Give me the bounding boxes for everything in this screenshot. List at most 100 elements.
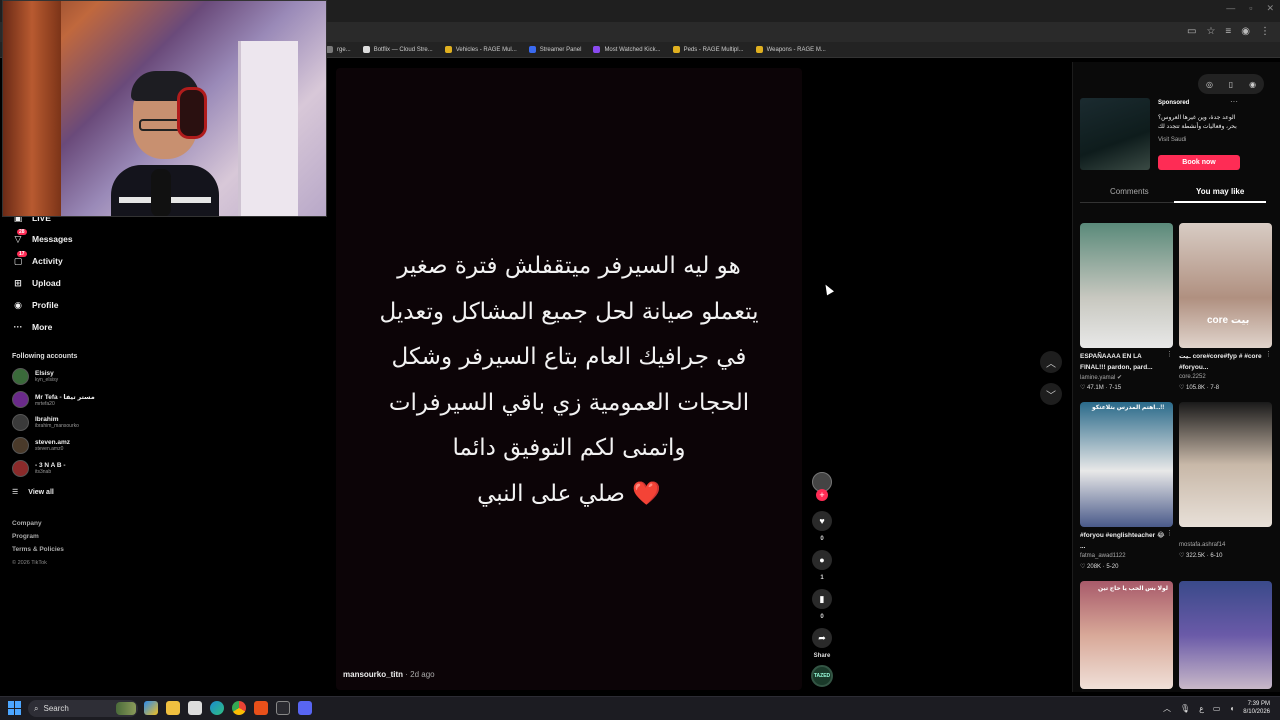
network-icon[interactable]: ▭ [1213,704,1221,713]
following-account[interactable]: Ibrahim ibrahim_mansourko [12,414,79,431]
chrome-icon[interactable] [232,701,246,715]
nav-messages-label: Messages [32,234,73,244]
file-explorer-icon[interactable] [166,701,180,715]
extensions-icon[interactable]: ≡ [1225,26,1231,37]
next-video-button[interactable]: ﹀ [1040,383,1062,405]
taskbar-search[interactable]: ⌕ Search [28,700,138,717]
bookmark-item[interactable]: Vehicles - RAGE Mul... [444,46,517,53]
like-button[interactable]: ♥ [812,511,832,531]
recommendation-title[interactable]: ESPAÑAAAA EN LA FINAL!!! pardon, pard... [1080,351,1165,373]
footer-terms-link[interactable]: Terms & Policies [12,546,64,553]
avatar [12,437,29,454]
webcam-person [111,71,219,216]
mic-icon[interactable]: 🎙 [1180,704,1190,713]
book-now-button[interactable]: Book now [1158,155,1240,170]
language-indicator[interactable]: ع [1199,704,1204,713]
save-button[interactable]: ▮ [812,589,832,609]
account-name: Elsisy [35,370,54,377]
video-author[interactable]: mansourko_titn · 2d ago [343,670,435,679]
account-name: Mr Tefa - مستر تيفا [35,393,95,401]
coin-icon[interactable]: ◎ [1206,80,1213,89]
nav-profile[interactable]: ◉ Profile [12,299,58,311]
windows-start-icon[interactable] [8,701,22,715]
recommendation-thumbnail[interactable] [1080,223,1173,348]
avatar [12,460,29,477]
bookmark-item[interactable]: Streamer Panel [528,46,581,53]
recommendation-author[interactable]: lamine.yamal ✔ [1080,374,1122,381]
comment-button[interactable]: ● [812,550,832,570]
bookmark-item[interactable]: Most Watched Kick... [593,46,661,53]
music-disc[interactable]: TAZED [811,665,833,687]
tray-chevron-icon[interactable]: ︿ [1163,703,1171,714]
windows-taskbar: ⌕ Search ︿ 🎙 ع ▭ ◖ 7:39 PM 8/10/2026 [0,696,1280,720]
recommendation-thumbnail[interactable] [1179,581,1272,689]
following-account[interactable]: - 3 N A B - its3nab [12,460,66,477]
more-options-icon[interactable]: ⋮ [1166,529,1173,537]
bookmark-item[interactable]: Peds - RAGE Multipl... [672,46,744,53]
previous-video-button[interactable]: ︿ [1040,351,1062,373]
close-window-button[interactable]: ✕ [1266,3,1274,14]
bookmark-item[interactable]: Weapons - RAGE M... [755,46,826,53]
recommendation-author[interactable]: fatma_awad1122 [1080,553,1126,559]
video-player[interactable]: هو ليه السيرفر ميتقفلش فترة صغير يتعملو … [336,68,802,690]
following-account[interactable]: Elsisy kyn_elsisy [12,368,58,385]
recommendation-thumbnail[interactable] [1179,402,1272,527]
following-account[interactable]: Mr Tefa - مستر تيفا mrtefa20 [12,391,95,408]
maximize-button[interactable]: ▫ [1249,3,1252,14]
following-account[interactable]: steven.amz steven.amz0 [12,437,70,454]
minimize-button[interactable]: — [1226,3,1235,14]
bookmark-icon: ▮ [819,593,825,604]
share-icon: ➦ [818,632,826,643]
comment-count: 1 [820,575,824,581]
bookmark-label: Botflix — Cloud Stre... [373,46,433,53]
cast-icon[interactable]: ▭ [1187,26,1196,37]
tab-you-may-like[interactable]: You may like [1196,187,1244,196]
activity-badge: 17 [17,251,27,257]
share-button[interactable]: ➦ [812,628,832,648]
volume-icon[interactable]: ◖ [1229,704,1234,713]
nav-activity[interactable]: ▢ 17 Activity [12,251,63,267]
profile-icon[interactable]: ◉ [1241,26,1250,37]
follow-plus-icon[interactable]: + [816,489,828,501]
nav-messages[interactable]: ▽ 28 Messages [12,229,73,245]
recommendation-author[interactable]: mostafa.ashraf14 [1179,542,1225,548]
device-icon[interactable]: ▯ [1229,80,1233,89]
nav-upload[interactable]: ⊞ Upload [12,277,61,289]
tab-comments[interactable]: Comments [1110,187,1149,196]
footer-company-link[interactable]: Company [12,520,42,527]
brave-icon[interactable] [254,701,268,715]
caption-text: صلي على النبي [477,480,625,507]
recommendation-thumbnail[interactable]: اهتم المدرس بتلاعتكو...!! [1080,402,1173,527]
user-avatar-icon[interactable]: ◉ [1249,80,1256,89]
menu-icon[interactable]: ⋮ [1260,26,1270,37]
search-highlight-image [116,702,136,715]
bookmark-favicon-icon [593,46,601,53]
recommendation-thumbnail[interactable]: لولا بس الحب يا حاج تين [1080,581,1173,689]
active-tab-indicator [1174,201,1266,203]
more-options-icon[interactable]: ⋮ [1265,350,1272,358]
chevron-down-icon: ﹀ [1046,390,1056,402]
panel-action-icons: ◎ ▯ ◉ [1198,74,1264,94]
recommendation-title[interactable]: #foryou #englishteacher 😂 ... [1080,530,1165,552]
mouse-cursor-icon [822,282,834,296]
webcam-door [238,41,298,216]
nav-more[interactable]: ··· More [12,321,53,333]
clock[interactable]: 7:39 PM 8/10/2026 [1243,700,1270,716]
ad-more-button[interactable]: ··· [1230,97,1238,106]
recommendation-author[interactable]: core.2252 [1179,374,1206,380]
bookmark-item[interactable]: rge... [326,46,351,53]
edge-icon[interactable] [210,701,224,715]
recommendation-title[interactable]: ـيت core#core#fyp # #core #foryou... [1179,351,1264,373]
bookmark-star-icon[interactable]: ☆ [1206,26,1215,37]
bookmark-label: Vehicles - RAGE Mul... [455,46,517,53]
notepad-icon[interactable] [188,701,202,715]
ad-thumbnail[interactable] [1080,98,1150,170]
more-options-icon[interactable]: ⋮ [1166,350,1173,358]
recommendation-thumbnail[interactable]: core بيت [1179,223,1272,348]
obs-icon[interactable] [276,701,290,715]
bookmark-item[interactable]: Botflix — Cloud Stre... [362,46,433,53]
view-all-button[interactable]: ☰ View all [12,488,54,497]
discord-icon[interactable] [298,701,312,715]
footer-program-link[interactable]: Program [12,533,39,540]
copilot-icon[interactable] [144,701,158,715]
